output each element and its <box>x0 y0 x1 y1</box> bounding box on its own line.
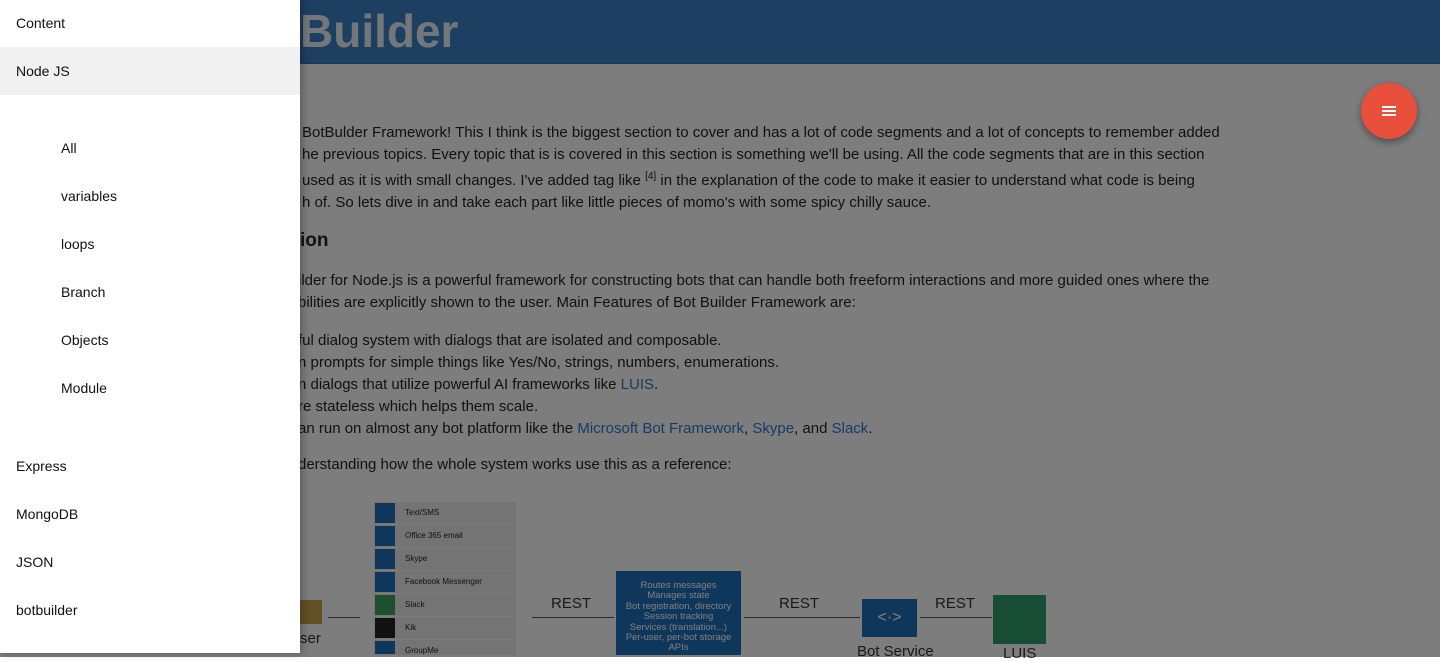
drawer-subitem-module[interactable]: Module <box>0 364 300 412</box>
drawer-item-nodejs[interactable]: Node JS <box>0 47 300 95</box>
drawer-subitem-all[interactable]: All <box>0 124 300 172</box>
drawer-subitem-variables[interactable]: variables <box>0 172 300 220</box>
drawer-subitem-loops[interactable]: loops <box>0 220 300 268</box>
navigation-drawer: Content Node JS All variables loops Bran… <box>0 0 300 653</box>
drawer-item-json[interactable]: JSON <box>0 538 300 586</box>
drawer-subitem-objects[interactable]: Objects <box>0 316 300 364</box>
menu-icon <box>1382 106 1396 116</box>
drawer-header: Content <box>16 15 66 31</box>
drawer-item-botbuilder[interactable]: botbuilder <box>0 586 300 634</box>
drawer-subitem-branch[interactable]: Branch <box>0 268 300 316</box>
drawer-item-mongodb[interactable]: MongoDB <box>0 490 300 538</box>
menu-fab-button[interactable] <box>1361 83 1417 139</box>
drawer-item-express[interactable]: Express <box>0 442 300 490</box>
